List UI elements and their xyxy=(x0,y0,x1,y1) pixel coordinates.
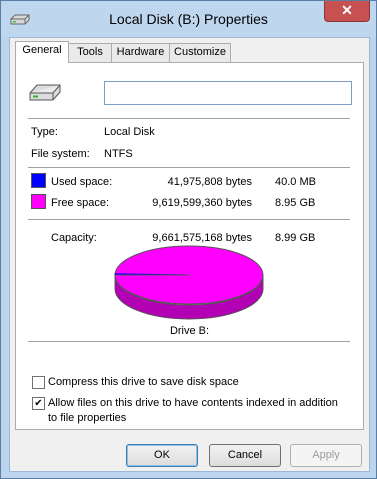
capacity-size: 8.99 GB xyxy=(275,232,316,244)
separator xyxy=(28,167,350,168)
tab-hardware[interactable]: Hardware xyxy=(111,43,170,62)
cancel-button[interactable]: Cancel xyxy=(209,444,281,467)
compress-checkbox[interactable] xyxy=(32,376,45,389)
type-value: Local Disk xyxy=(104,126,155,138)
separator xyxy=(28,341,350,342)
free-space-swatch xyxy=(31,194,46,209)
free-space-size: 8.95 GB xyxy=(275,197,316,209)
free-space-bytes: 9,619,599,360 bytes xyxy=(152,197,252,209)
hard-disk-icon xyxy=(29,84,61,101)
used-space-label: Used space: xyxy=(51,176,113,188)
compress-label[interactable]: Compress this drive to save disk space xyxy=(48,375,348,390)
apply-button[interactable]: Apply xyxy=(290,444,362,467)
capacity-label: Capacity: xyxy=(51,232,97,244)
tab-general[interactable]: General xyxy=(15,41,69,63)
general-panel: Type: Local Disk File system: NTFS Used … xyxy=(15,62,364,430)
type-label: Type: xyxy=(31,126,58,138)
title-bar[interactable]: Local Disk (B:) Properties ✕ xyxy=(1,1,376,37)
properties-window: Local Disk (B:) Properties ✕ General Too… xyxy=(0,0,377,479)
window-title: Local Disk (B:) Properties xyxy=(109,11,268,27)
used-space-size: 40.0 MB xyxy=(275,176,316,188)
indexing-label[interactable]: Allow files on this drive to have conten… xyxy=(48,396,348,426)
tab-customize[interactable]: Customize xyxy=(169,43,231,62)
dialog-body: General Tools Hardware Customize Type: L… xyxy=(9,37,370,472)
used-space-bytes: 41,975,808 bytes xyxy=(167,176,252,188)
drive-name-input[interactable] xyxy=(104,81,352,105)
separator xyxy=(28,118,350,119)
ok-button[interactable]: OK xyxy=(126,444,198,467)
tab-tools[interactable]: Tools xyxy=(68,43,112,62)
free-space-label: Free space: xyxy=(51,197,110,209)
file-system-value: NTFS xyxy=(104,148,133,160)
separator xyxy=(28,219,350,220)
capacity-bytes: 9,661,575,168 bytes xyxy=(152,232,252,244)
indexing-checkbox[interactable]: ✔ xyxy=(32,397,45,410)
file-system-label: File system: xyxy=(31,148,90,160)
close-button[interactable]: ✕ xyxy=(324,1,370,22)
used-space-swatch xyxy=(31,173,46,188)
drive-label: Drive B: xyxy=(169,325,210,337)
disk-usage-pie xyxy=(114,245,264,320)
